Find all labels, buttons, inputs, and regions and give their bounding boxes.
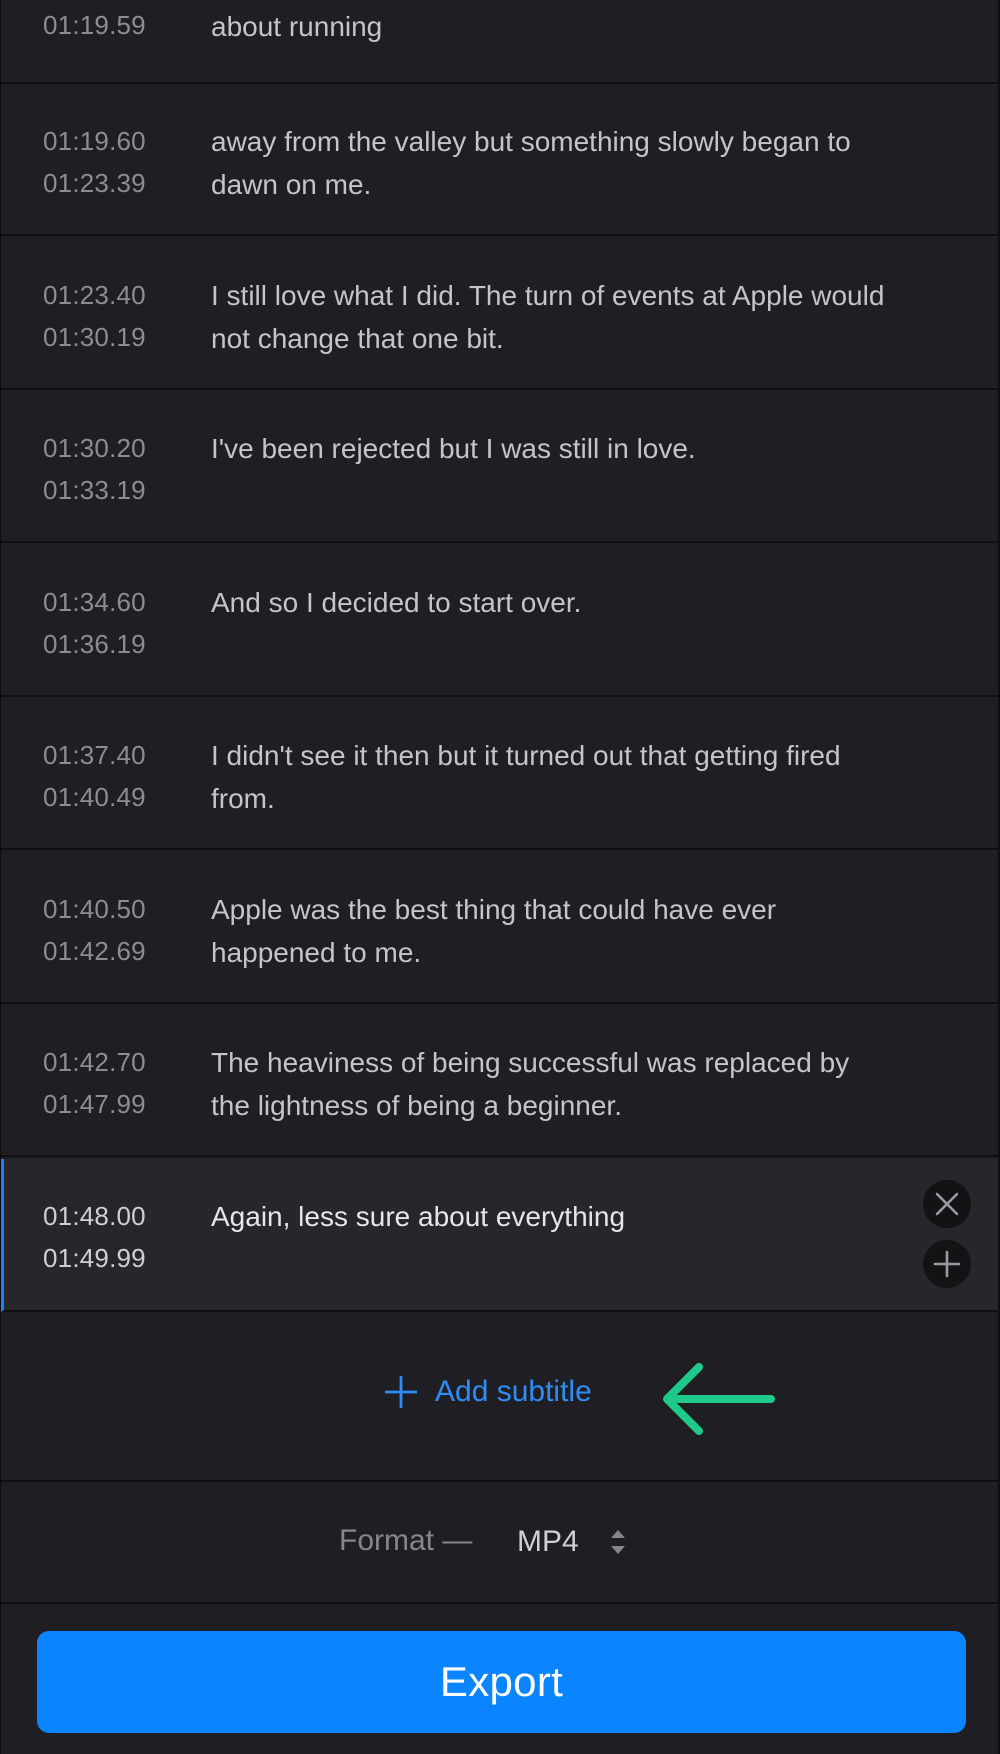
subtitle-row-active[interactable]: 01:48.00 01:49.99 Again, less sure about… (1, 1159, 998, 1312)
subtitle-text[interactable]: I still love what I did. The turn of eve… (211, 274, 891, 360)
subtitle-row[interactable]: 01:19.59 about running (1, 0, 998, 84)
subtitle-end-time[interactable]: 01:33.19 (43, 475, 146, 506)
arrow-left-icon (663, 1363, 775, 1435)
subtitle-row[interactable]: 01:40.50 01:42.69 Apple was the best thi… (1, 852, 998, 1004)
subtitle-row[interactable]: 01:19.60 01:23.39 away from the valley b… (1, 84, 998, 236)
chevron-updown-icon (610, 1530, 625, 1554)
subtitle-end-time[interactable]: 01:42.69 (43, 936, 146, 967)
subtitle-start-time[interactable]: 01:19.59 (43, 10, 146, 41)
subtitle-end-time[interactable]: 01:40.49 (43, 782, 146, 813)
subtitle-end-time[interactable]: 01:30.19 (43, 322, 146, 353)
subtitle-start-time[interactable]: 01:48.00 (43, 1201, 146, 1232)
add-subtitle-section: Add subtitle (1, 1312, 998, 1482)
subtitle-row[interactable]: 01:34.60 01:36.19 And so I decided to st… (1, 545, 998, 697)
add-subtitle-label: Add subtitle (435, 1375, 592, 1408)
subtitle-row[interactable]: 01:37.40 01:40.49 I didn't see it then b… (1, 698, 998, 850)
subtitle-text[interactable]: Apple was the best thing that could have… (211, 888, 891, 974)
subtitle-start-time[interactable]: 01:34.60 (43, 587, 146, 618)
subtitle-end-time[interactable]: 01:49.99 (43, 1243, 146, 1274)
plus-icon (385, 1376, 417, 1408)
format-label: Format — (339, 1524, 473, 1557)
format-select[interactable]: MP4 (517, 1520, 627, 1564)
close-icon (935, 1192, 959, 1216)
delete-subtitle-button[interactable] (923, 1180, 971, 1228)
format-section: Format — MP4 (1, 1482, 998, 1604)
subtitle-row[interactable]: 01:23.40 01:30.19 I still love what I di… (1, 238, 998, 390)
subtitle-row[interactable]: 01:42.70 01:47.99 The heaviness of being… (1, 1005, 998, 1157)
export-button[interactable]: Export (37, 1631, 966, 1733)
format-value: MP4 (517, 1525, 579, 1558)
insert-subtitle-button[interactable] (923, 1240, 971, 1288)
subtitle-text[interactable]: The heaviness of being successful was re… (211, 1041, 891, 1127)
subtitle-text[interactable]: away from the valley but something slowl… (211, 120, 891, 206)
subtitle-start-time[interactable]: 01:40.50 (43, 894, 146, 925)
subtitle-end-time[interactable]: 01:47.99 (43, 1089, 146, 1120)
subtitle-text[interactable]: Again, less sure about everything (211, 1195, 891, 1238)
subtitle-start-time[interactable]: 01:23.40 (43, 280, 146, 311)
subtitle-end-time[interactable]: 01:36.19 (43, 629, 146, 660)
add-subtitle-button[interactable]: Add subtitle (385, 1370, 592, 1414)
subtitle-start-time[interactable]: 01:42.70 (43, 1047, 146, 1078)
subtitle-row[interactable]: 01:30.20 01:33.19 I've been rejected but… (1, 391, 998, 543)
subtitle-start-time[interactable]: 01:19.60 (43, 126, 146, 157)
subtitle-end-time[interactable]: 01:23.39 (43, 168, 146, 199)
plus-icon (933, 1250, 961, 1278)
subtitle-text[interactable]: And so I decided to start over. (211, 581, 891, 624)
subtitle-text[interactable]: I didn't see it then but it turned out t… (211, 734, 891, 820)
subtitle-start-time[interactable]: 01:37.40 (43, 740, 146, 771)
subtitle-start-time[interactable]: 01:30.20 (43, 433, 146, 464)
subtitle-text[interactable]: about running (211, 5, 891, 48)
export-label: Export (439, 1658, 564, 1705)
subtitle-editor-panel: 01:19.59 about running 01:19.60 01:23.39… (0, 0, 999, 1754)
subtitle-text[interactable]: I've been rejected but I was still in lo… (211, 427, 891, 470)
